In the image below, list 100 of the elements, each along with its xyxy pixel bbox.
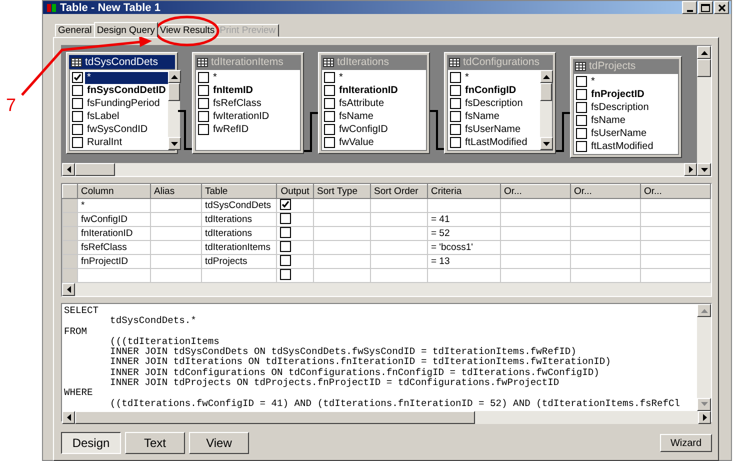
- field-name[interactable]: *: [211, 72, 300, 84]
- scrollbar-thumb[interactable]: [75, 163, 115, 176]
- minimize-button[interactable]: [682, 1, 697, 14]
- table-title-bar[interactable]: tdSysCondDets: [69, 55, 175, 69]
- output-checkbox[interactable]: [280, 269, 291, 280]
- scrollbar[interactable]: [62, 410, 711, 424]
- field-checkbox[interactable]: [324, 85, 335, 96]
- field-checkbox[interactable]: [576, 102, 587, 113]
- output-checkbox[interactable]: [280, 227, 291, 238]
- field-checkbox[interactable]: [198, 85, 209, 96]
- field-name[interactable]: fnConfigID: [463, 84, 540, 96]
- field-name[interactable]: fnIterationID: [337, 84, 426, 96]
- column-header[interactable]: Or...: [640, 184, 710, 198]
- field-checkbox[interactable]: [576, 76, 587, 87]
- column-header[interactable]: Criteria: [428, 184, 500, 198]
- field-name[interactable]: fsDescription: [589, 102, 678, 114]
- field-name[interactable]: fsName: [589, 114, 678, 126]
- field-checkbox[interactable]: [450, 72, 461, 83]
- maximize-button[interactable]: [698, 1, 713, 14]
- field-checkbox[interactable]: [72, 85, 83, 96]
- field-checkbox[interactable]: [198, 98, 209, 109]
- tab[interactable]: Design Query: [94, 22, 158, 37]
- output-checkbox[interactable]: [280, 255, 291, 266]
- table-box[interactable]: tdIterationItems * fnItemID fsRefClass fwIterationID fwRefID: [192, 52, 304, 154]
- field-name[interactable]: fsUserName: [463, 124, 540, 136]
- field-name[interactable]: fnProjectID: [589, 88, 678, 100]
- field-name[interactable]: fsLabel: [85, 110, 168, 122]
- row-selector[interactable]: [62, 198, 78, 212]
- field-checkbox[interactable]: [576, 89, 587, 100]
- field-checkbox[interactable]: [72, 111, 83, 122]
- field-checkbox[interactable]: [198, 111, 209, 122]
- column-header[interactable]: Output: [276, 184, 314, 198]
- field-name[interactable]: fwRefID: [211, 124, 300, 136]
- field-name[interactable]: ftLastModified: [589, 140, 678, 152]
- field-checkbox[interactable]: [576, 128, 587, 139]
- output-checkbox[interactable]: [280, 241, 291, 252]
- field-checkbox[interactable]: [576, 115, 587, 126]
- scrollbar-thumb[interactable]: [540, 83, 552, 101]
- field-checkbox[interactable]: [450, 111, 461, 122]
- table-box[interactable]: tdIterations * fnIterationID fsAttribute fsName fwConfigID fwValue: [318, 52, 430, 154]
- field-name[interactable]: fnItemID: [211, 84, 300, 96]
- scrollbar[interactable]: [697, 46, 711, 176]
- field-checkbox[interactable]: [324, 124, 335, 135]
- field-checkbox[interactable]: [450, 85, 461, 96]
- field-checkbox[interactable]: [72, 98, 83, 109]
- field-name[interactable]: fsUserName: [589, 128, 678, 140]
- field-checkbox[interactable]: [576, 141, 587, 152]
- field-name[interactable]: *: [589, 76, 678, 88]
- column-header[interactable]: Or...: [570, 184, 640, 198]
- tab[interactable]: General: [55, 24, 95, 37]
- scrollbar[interactable]: [540, 70, 552, 150]
- field-checkbox[interactable]: [198, 72, 209, 83]
- field-checkbox[interactable]: [72, 137, 83, 148]
- field-name[interactable]: fsFundingPeriod: [85, 98, 168, 110]
- field-checkbox[interactable]: [450, 98, 461, 109]
- field-name[interactable]: fsAttribute: [337, 98, 426, 110]
- column-header[interactable]: Column: [78, 184, 150, 198]
- output-checkbox[interactable]: [280, 199, 291, 210]
- view-mode-button[interactable]: Text: [125, 432, 185, 454]
- wizard-button[interactable]: Wizard: [660, 434, 712, 452]
- field-name[interactable]: RuralInt: [85, 136, 168, 148]
- column-header[interactable]: Sort Order: [370, 184, 428, 198]
- field-name[interactable]: fwConfigID: [337, 124, 426, 136]
- scrollbar[interactable]: [62, 163, 697, 176]
- field-name[interactable]: fwSysCondID: [85, 124, 168, 136]
- column-header[interactable]: Table: [202, 184, 276, 198]
- field-name[interactable]: fsRefClass: [211, 98, 300, 110]
- column-header[interactable]: Sort Type: [314, 184, 370, 198]
- view-mode-button[interactable]: Design: [61, 432, 121, 454]
- scrollbar-thumb[interactable]: [75, 410, 475, 424]
- field-name[interactable]: fnSysCondDetID: [85, 84, 168, 96]
- field-name[interactable]: fwIterationID: [211, 110, 300, 122]
- table-box[interactable]: tdSysCondDets * fnSysCondDetID fsFundingPeriod fsLabel fwSysCondID RuralInt: [66, 52, 178, 154]
- scrollbar[interactable]: [697, 304, 711, 411]
- field-name[interactable]: *: [85, 72, 168, 84]
- scrollbar-thumb[interactable]: [697, 59, 711, 77]
- scrollbar-thumb[interactable]: [168, 83, 180, 101]
- scrollbar[interactable]: [62, 283, 711, 296]
- field-checkbox[interactable]: [450, 124, 461, 135]
- field-name[interactable]: *: [463, 72, 540, 84]
- column-header[interactable]: Or...: [500, 184, 570, 198]
- field-name[interactable]: fwValue: [337, 136, 426, 148]
- field-checkbox[interactable]: [198, 124, 209, 135]
- output-checkbox[interactable]: [280, 213, 291, 224]
- column-header[interactable]: Alias: [150, 184, 202, 198]
- field-checkbox[interactable]: [324, 137, 335, 148]
- table-box[interactable]: tdConfigurations * fnConfigID fsDescription fsName fsUserName ftLastModified: [444, 52, 556, 154]
- field-name[interactable]: ftLastModified: [463, 136, 540, 148]
- field-checkbox[interactable]: [324, 72, 335, 83]
- field-name[interactable]: fsName: [337, 110, 426, 122]
- field-checkbox[interactable]: [72, 72, 83, 83]
- scrollbar[interactable]: [168, 70, 180, 150]
- view-mode-button[interactable]: View: [189, 432, 249, 454]
- field-name[interactable]: fsName: [463, 110, 540, 122]
- close-button[interactable]: [714, 1, 729, 14]
- field-name[interactable]: *: [337, 72, 426, 84]
- field-name[interactable]: fsDescription: [463, 98, 540, 110]
- table-box[interactable]: tdProjects * fnProjectID fsDescription fsName fsUserName ftLastModified: [570, 56, 682, 158]
- field-checkbox[interactable]: [324, 111, 335, 122]
- field-checkbox[interactable]: [72, 124, 83, 135]
